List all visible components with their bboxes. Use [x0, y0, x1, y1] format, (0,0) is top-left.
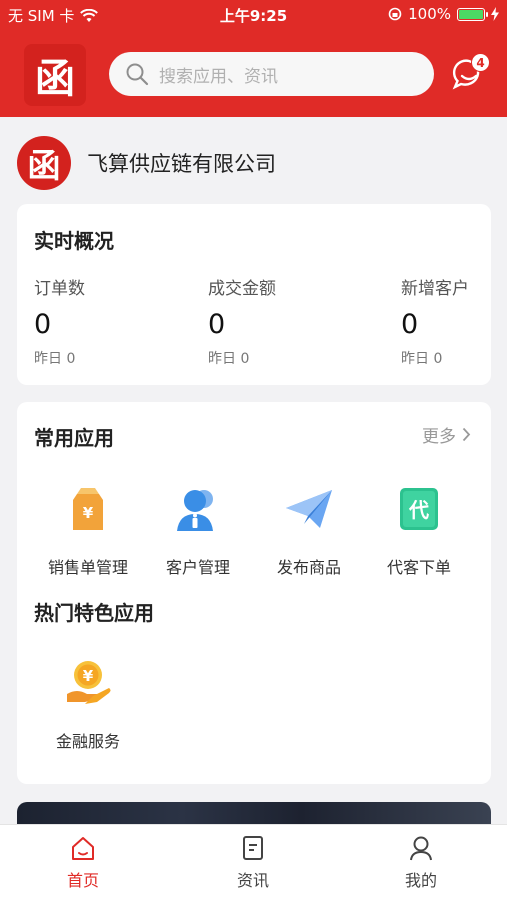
status-bar: 无 SIM 卡 上午9:25 100% — [0, 0, 507, 28]
app-label: 销售单管理 — [47, 558, 128, 577]
company-name: 飞算供应链有限公司 — [87, 152, 276, 176]
stat-yesterday: 昨日 0 — [401, 351, 443, 367]
tab-label: 资讯 — [236, 871, 269, 890]
stat-new-customers[interactable]: 新增客户 0 昨日 0 — [401, 274, 469, 368]
hot-apps-title: 热门特色应用 — [34, 601, 154, 625]
app-publish-product[interactable]: 发布商品 — [254, 484, 364, 578]
company-avatar: 函 — [17, 136, 71, 190]
charging-icon — [491, 7, 499, 21]
battery-percent: 100% — [408, 5, 451, 23]
company-row[interactable]: 函 飞算供应链有限公司 — [17, 136, 276, 190]
app-customer[interactable]: 客户管理 — [143, 484, 253, 578]
app-proxy-order[interactable]: 代 代客下单 — [364, 484, 474, 578]
tab-label: 我的 — [404, 871, 437, 890]
app-finance[interactable]: ¥ 金融服务 — [33, 658, 143, 752]
stat-yesterday: 昨日 0 — [208, 351, 250, 367]
stat-amount[interactable]: 成交金额 0 昨日 0 — [208, 274, 276, 368]
message-badge: 4 — [471, 53, 490, 72]
message-button[interactable]: 4 — [452, 53, 490, 91]
overview-title: 实时概况 — [34, 229, 114, 253]
stat-label: 新增客户 — [401, 279, 469, 299]
chevron-right-icon — [462, 427, 471, 442]
tab-profile[interactable]: 我的 — [381, 835, 461, 891]
finance-icon: ¥ — [67, 661, 111, 704]
overview-card: 实时概况 订单数 0 昨日 0 成交金额 0 昨日 0 新增客户 0 昨日 0 — [17, 204, 491, 385]
tab-home[interactable]: 首页 — [43, 835, 123, 891]
apps-card: 常用应用 更多 ¥ 销售单管理 客户管理 发布商品 代 代客下单 热门特色应用 … — [17, 402, 491, 784]
paper-plane-icon — [286, 490, 332, 528]
svg-text:代: 代 — [408, 498, 429, 522]
app-header: 无 SIM 卡 上午9:25 100% 函 搜索应用、资讯 4 — [0, 0, 507, 117]
svg-text:¥: ¥ — [83, 667, 94, 685]
stat-label: 成交金额 — [208, 279, 276, 299]
stat-value: 0 — [208, 309, 226, 340]
search-placeholder: 搜索应用、资讯 — [159, 66, 278, 87]
proxy-order-icon: 代 — [400, 488, 438, 530]
sales-order-icon: ¥ — [73, 488, 103, 530]
app-sales-order[interactable]: ¥ 销售单管理 — [33, 484, 143, 578]
stat-value: 0 — [401, 309, 419, 340]
orientation-lock-icon — [388, 7, 402, 21]
tab-label: 首页 — [66, 871, 99, 890]
tab-news[interactable]: 资讯 — [213, 835, 293, 891]
more-link[interactable]: 更多 — [422, 422, 471, 447]
app-label: 金融服务 — [55, 732, 120, 751]
news-icon — [243, 836, 263, 860]
tab-bar: 首页 资讯 我的 — [0, 824, 507, 900]
customer-icon — [177, 490, 213, 531]
stat-yesterday: 昨日 0 — [34, 351, 76, 367]
app-label: 代客下单 — [386, 558, 451, 577]
search-icon — [126, 63, 149, 86]
search-input[interactable]: 搜索应用、资讯 — [109, 52, 434, 96]
svg-text:¥: ¥ — [83, 504, 94, 522]
stat-orders[interactable]: 订单数 0 昨日 0 — [34, 274, 85, 368]
profile-icon — [410, 836, 432, 861]
app-label: 发布商品 — [276, 558, 341, 577]
stat-value: 0 — [34, 309, 52, 340]
battery-icon — [457, 7, 488, 21]
app-label: 客户管理 — [165, 558, 230, 577]
stat-label: 订单数 — [34, 279, 85, 299]
app-logo: 函 — [24, 44, 86, 106]
home-icon — [72, 837, 94, 860]
common-apps-title: 常用应用 — [34, 426, 114, 450]
more-label: 更多 — [422, 427, 456, 447]
